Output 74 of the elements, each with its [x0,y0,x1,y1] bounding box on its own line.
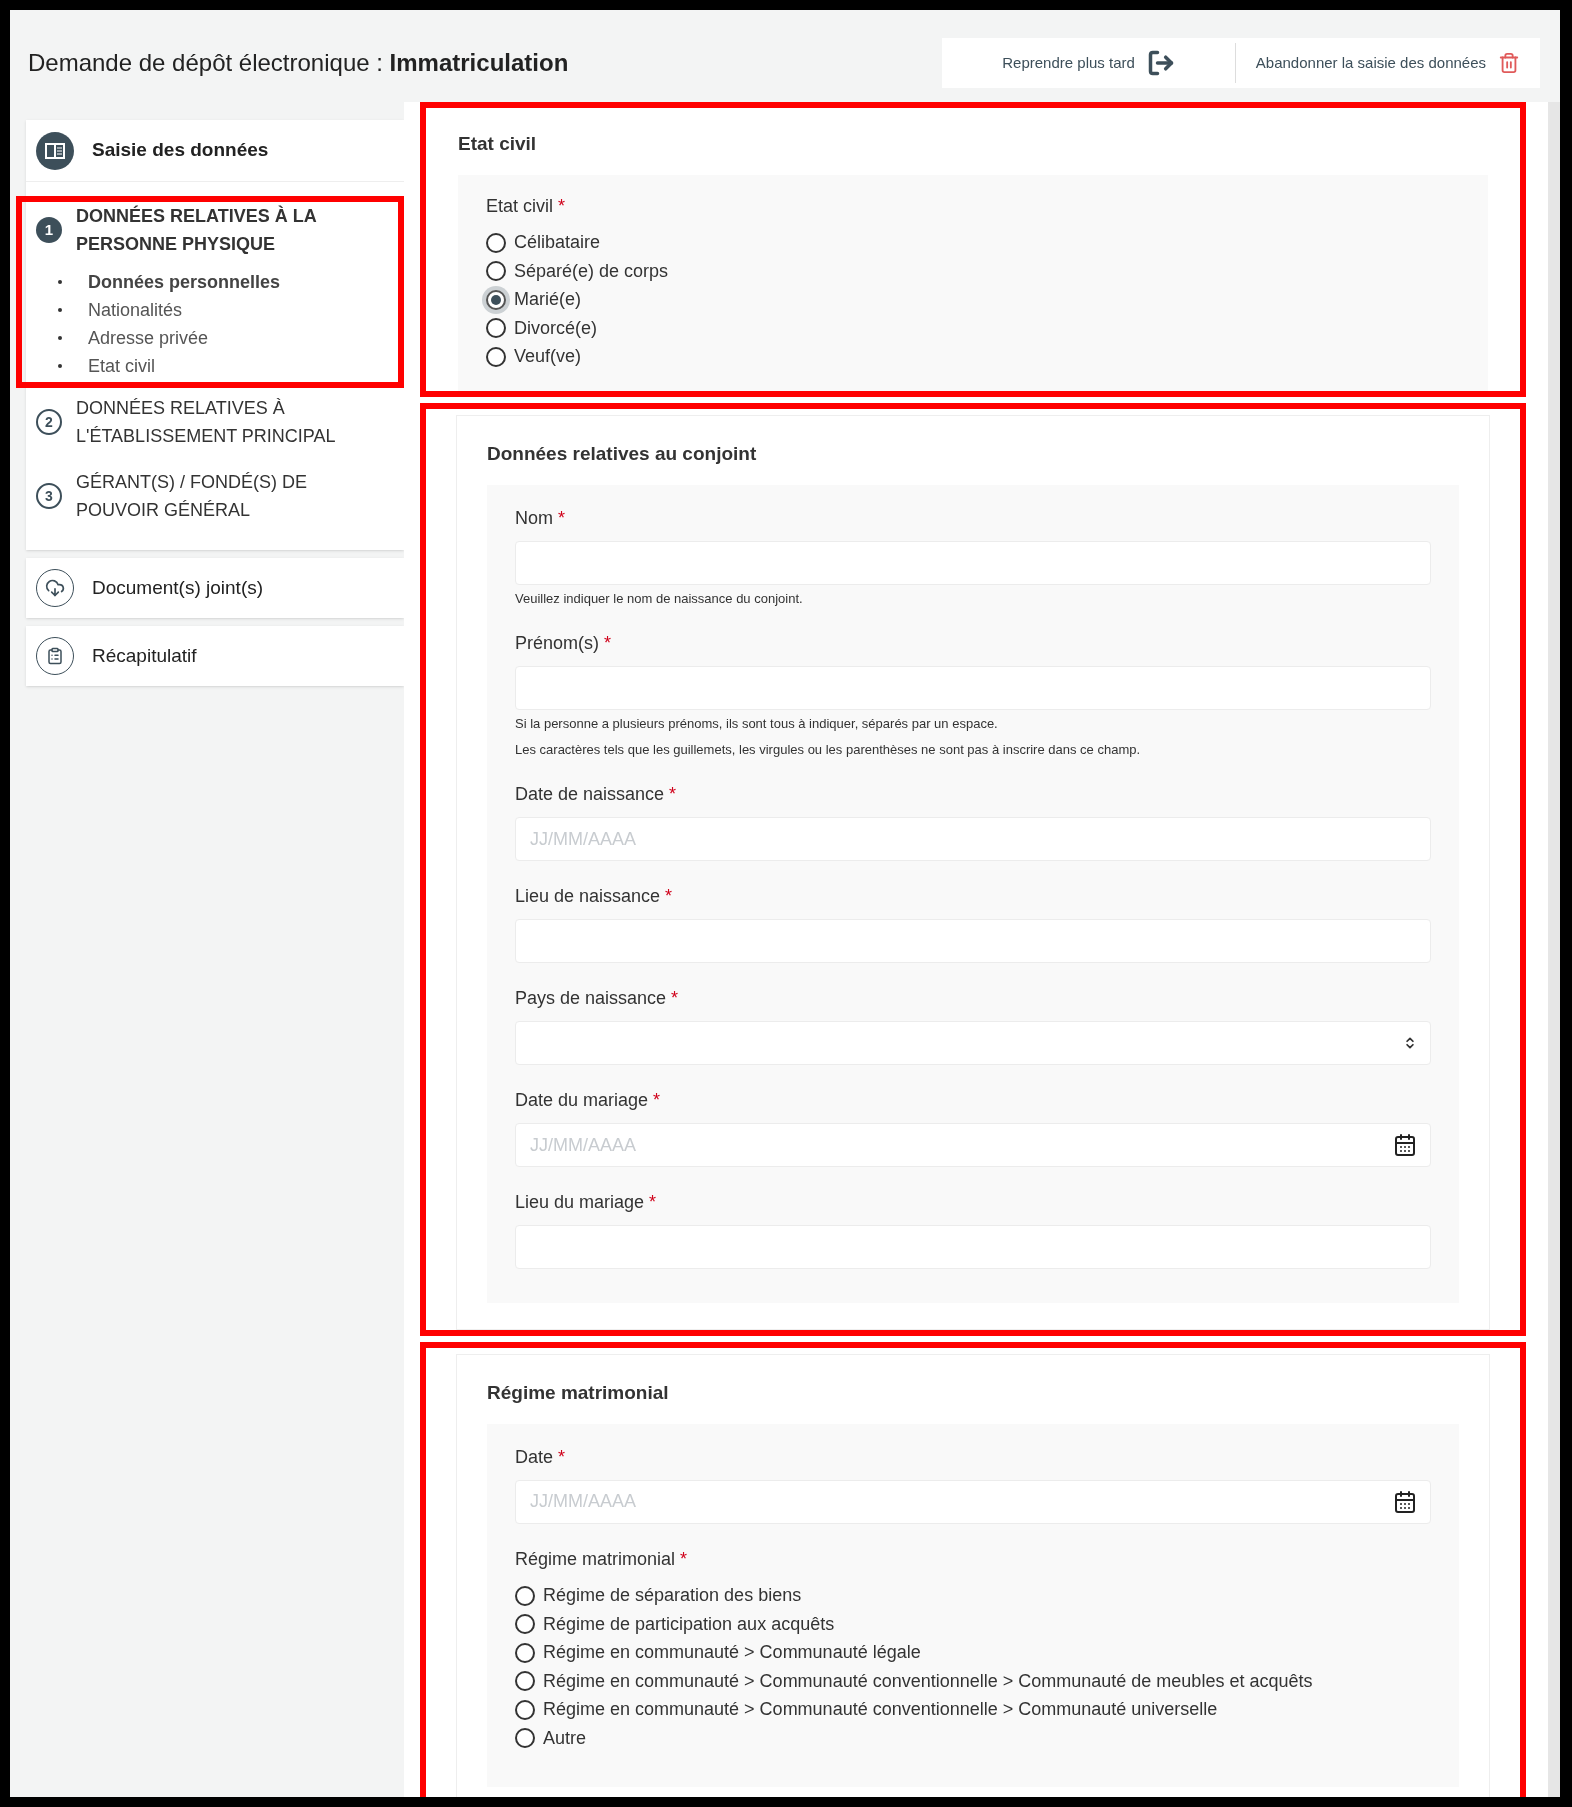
required-marker: * [669,783,677,806]
field-label: Nom [515,506,553,530]
step-link[interactable]: GÉRANT(S) / FONDÉ(S) DE POUVOIR GÉNÉRAL [76,468,307,524]
radio-option[interactable]: Régime de participation aux acquêts [515,1610,1431,1639]
sidebar-item[interactable]: Récapitulatif [26,626,404,686]
field-hint: Les caractères tels que les guillemets, les virgules ou les parenthèses ne sont pas à inscrire dans ce champ. [515,740,1142,759]
radio-option[interactable]: Veuf(ve) [486,342,1460,371]
radio-button[interactable] [486,232,506,253]
radio-option[interactable]: Régime de séparation des biens [515,1581,1431,1610]
field-label: Etat civil [486,194,554,218]
substep-link[interactable]: Etat civil [88,352,156,380]
page-title: Demande de dépôt électronique : Immatriculation [28,48,569,78]
substep-link[interactable]: Nationalités [88,296,183,324]
required-marker: * [558,506,566,530]
step-number: 2 [36,409,62,435]
field-label: Date du mariage [515,1089,649,1112]
field-label: Date [515,1445,554,1469]
field-hint: Si la personne a plusieurs prénoms, ils sont tous à indiquer, séparés par un espace. [515,715,999,733]
field-label: Prénom(s) [515,632,599,655]
bullet-icon [58,280,62,284]
sidebar-item[interactable]: Document(s) joint(s) [26,558,404,618]
radio-option[interactable]: Divorcé(e) [486,314,1460,343]
step-link[interactable]: DONNÉES RELATIVES À LA PERSONNE PHYSIQUE [76,202,317,258]
select-field[interactable] [515,1021,1431,1065]
trash-icon [1498,52,1520,74]
radio-option[interactable]: Régime en communauté > Communauté conventionnelle > Communauté de meubles et acquêts [515,1667,1431,1696]
section-title: Données relatives au conjoint [487,442,758,466]
required-marker: * [671,987,679,1010]
abandon-button[interactable]: Abandonner la saisie des données [1234,43,1540,83]
substep-link[interactable]: Données personnelles [88,268,281,296]
resume-later-button[interactable]: Reprendre plus tard [942,43,1235,83]
step-link[interactable]: DONNÉES RELATIVES À L'ÉTABLISSEMENT PRINCIPAL [76,394,336,450]
substep-link[interactable]: Adresse privée [88,324,209,352]
field-label: Lieu du mariage [515,1191,645,1214]
radio-button[interactable] [486,289,506,310]
radio-button[interactable] [515,1614,535,1635]
required-marker: * [653,1089,661,1112]
radio-option[interactable]: Marié(e) [486,285,1460,314]
calendar-icon[interactable] [1393,1489,1417,1514]
bullet-icon [58,308,62,312]
field-label: Lieu de naissance [515,885,661,908]
required-marker: * [649,1191,657,1214]
section-title: Régime matrimonial [487,1381,670,1405]
radio-button[interactable] [515,1699,535,1720]
radio-option[interactable]: Régime en communauté > Communauté conventionnelle > Communauté universelle [515,1695,1431,1724]
field-label: Pays de naissance [515,987,667,1010]
radio-button[interactable] [515,1671,535,1692]
radio-option[interactable]: Célibataire [486,228,1460,257]
bullet-icon [58,364,62,368]
radio-button[interactable] [486,318,506,339]
radio-option[interactable]: Régime en communauté > Communauté légale [515,1638,1431,1667]
radio-option[interactable]: Séparé(e) de corps [486,257,1460,286]
calendar-icon[interactable] [1393,1133,1417,1157]
radio-button[interactable] [515,1728,535,1749]
radio-button[interactable] [486,346,506,367]
required-marker: * [558,194,566,218]
required-marker: * [558,1445,566,1469]
field-label: Date de naissance [515,783,665,806]
section-title: Etat civil [458,132,538,156]
bullet-icon [58,336,62,340]
dropdown-arrow-icon [1403,1036,1417,1050]
radio-option[interactable]: Autre [515,1724,1431,1753]
field-label: Régime matrimonial [515,1547,676,1571]
required-marker: * [604,632,612,655]
section-heading: Saisie des données [92,138,269,163]
radio-button[interactable] [515,1585,535,1606]
required-marker: * [680,1547,688,1571]
step-number: 1 [36,217,62,243]
required-marker: * [665,885,673,908]
book-icon [36,131,74,170]
radio-button[interactable] [486,261,506,282]
radio-button[interactable] [515,1642,535,1663]
field-hint: Veuillez indiquer le nom de naissance du conjoint. [515,589,804,608]
step-number: 3 [36,483,62,509]
